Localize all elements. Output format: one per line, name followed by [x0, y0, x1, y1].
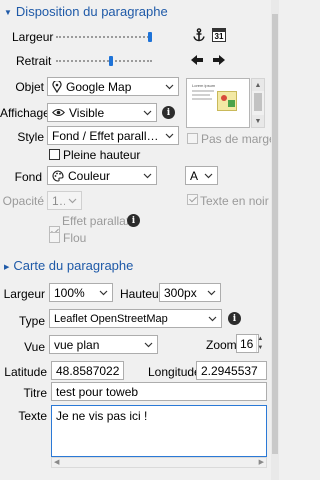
blur-label: Flou [63, 231, 87, 245]
map-section-title[interactable]: ▶ Carte du paragraphe [4, 258, 133, 273]
preview-image [217, 91, 237, 111]
text-area-hscrollbar[interactable]: ◀ ▶ [51, 457, 267, 468]
chevron-down-icon [207, 314, 217, 324]
map-view-label: Vue [24, 340, 45, 354]
paragraph-preview[interactable]: Lorem ipsum [186, 78, 250, 128]
map-text-label: Texte [18, 409, 47, 423]
display-select[interactable]: Visible [47, 103, 157, 122]
chevron-down-icon [164, 131, 174, 141]
width-slider[interactable] [56, 30, 156, 44]
panel-scroll-thumb[interactable] [272, 14, 278, 454]
longitude-label: Longitude [148, 365, 201, 379]
map-view-select[interactable]: vue plan [49, 335, 158, 354]
eye-icon [52, 108, 65, 117]
chevron-down-icon [142, 108, 152, 118]
scroll-up-icon[interactable]: ▲ [252, 79, 264, 91]
chevron-down-icon [164, 82, 174, 92]
collapse-triangle-icon: ▶ [4, 263, 10, 271]
layout-section-title[interactable]: ▼ Disposition du paragraphe [4, 4, 168, 19]
palette-icon [52, 169, 64, 182]
zoom-up-icon[interactable]: ▲ [257, 335, 263, 344]
preview-title: Lorem ipsum [192, 83, 216, 88]
chevron-down-icon [98, 288, 108, 298]
indent-slider-thumb[interactable] [109, 56, 113, 66]
no-margin-label: Pas de marge [201, 132, 276, 146]
scroll-right-icon[interactable]: ▶ [259, 458, 264, 466]
longitude-input[interactable]: 2.2945537 [196, 361, 267, 380]
zoom-label: Zoom [206, 338, 237, 352]
style-label: Style [17, 130, 44, 144]
zoom-stepper[interactable]: 16 ▲ ▼ [236, 334, 263, 353]
chevron-down-icon [143, 340, 153, 350]
full-height-checkbox[interactable] [49, 149, 60, 160]
zoom-down-icon[interactable]: ▼ [257, 344, 263, 353]
map-pin-icon [52, 80, 62, 93]
scroll-thumb[interactable] [254, 93, 262, 111]
opacity-select[interactable]: 10 [47, 191, 82, 210]
latitude-input[interactable]: 48.8587022 [51, 361, 124, 380]
display-label: Affichage [0, 106, 50, 120]
map-type-label: Type [18, 314, 45, 328]
map-text-area[interactable]: Je ne vis pas ici ! [51, 405, 267, 457]
no-margin-checkbox[interactable] [187, 133, 198, 144]
anchor-icon[interactable] [192, 28, 206, 42]
panel-scrollbar[interactable] [271, 0, 279, 480]
calendar-icon[interactable]: 31 [212, 28, 226, 42]
black-text-checkbox[interactable] [187, 194, 198, 205]
blur-checkbox[interactable] [49, 232, 60, 243]
chevron-down-icon [67, 196, 77, 206]
scroll-down-icon[interactable]: ▼ [252, 115, 264, 127]
map-height-select[interactable]: 300px [159, 283, 221, 302]
object-select[interactable]: Google Map [47, 77, 179, 96]
full-height-label: Pleine hauteur [63, 148, 141, 162]
info-icon[interactable]: i [162, 106, 175, 119]
latitude-label: Latitude [4, 365, 47, 379]
chevron-down-icon [203, 171, 213, 181]
map-height-label: Hauteur [120, 287, 163, 301]
object-label: Objet [15, 80, 44, 94]
black-text-label: Texte en noir [200, 194, 269, 208]
map-type-select[interactable]: Leaflet OpenStreetMap [49, 309, 222, 328]
info-icon[interactable]: i [228, 312, 241, 325]
preview-scrollbar[interactable]: ▲ ▼ [251, 78, 265, 128]
indent-slider[interactable] [56, 54, 156, 68]
opacity-label: Opacité [2, 194, 44, 208]
map-title-label: Titre [23, 386, 47, 400]
collapse-triangle-icon: ▼ [4, 8, 12, 18]
map-width-label: Largeur [3, 287, 45, 301]
style-select[interactable]: Fond / Effet parallaxe [47, 126, 179, 145]
indent-label: Retrait [16, 54, 52, 68]
arrow-right-icon[interactable] [212, 54, 226, 66]
info-icon[interactable]: i [127, 214, 140, 227]
chevron-down-icon [142, 171, 152, 181]
background-label: Fond [14, 170, 42, 184]
width-label: Largeur [12, 30, 54, 44]
map-width-select[interactable]: 100% [49, 283, 113, 302]
arrow-left-icon[interactable] [190, 54, 204, 66]
scroll-left-icon[interactable]: ◀ [54, 458, 59, 466]
map-title-input[interactable]: test pour toweb [51, 382, 267, 401]
background-select[interactable]: Couleur [47, 166, 157, 185]
text-color-select[interactable]: A [185, 166, 218, 185]
chevron-down-icon [206, 288, 216, 298]
width-slider-thumb[interactable] [148, 32, 152, 42]
